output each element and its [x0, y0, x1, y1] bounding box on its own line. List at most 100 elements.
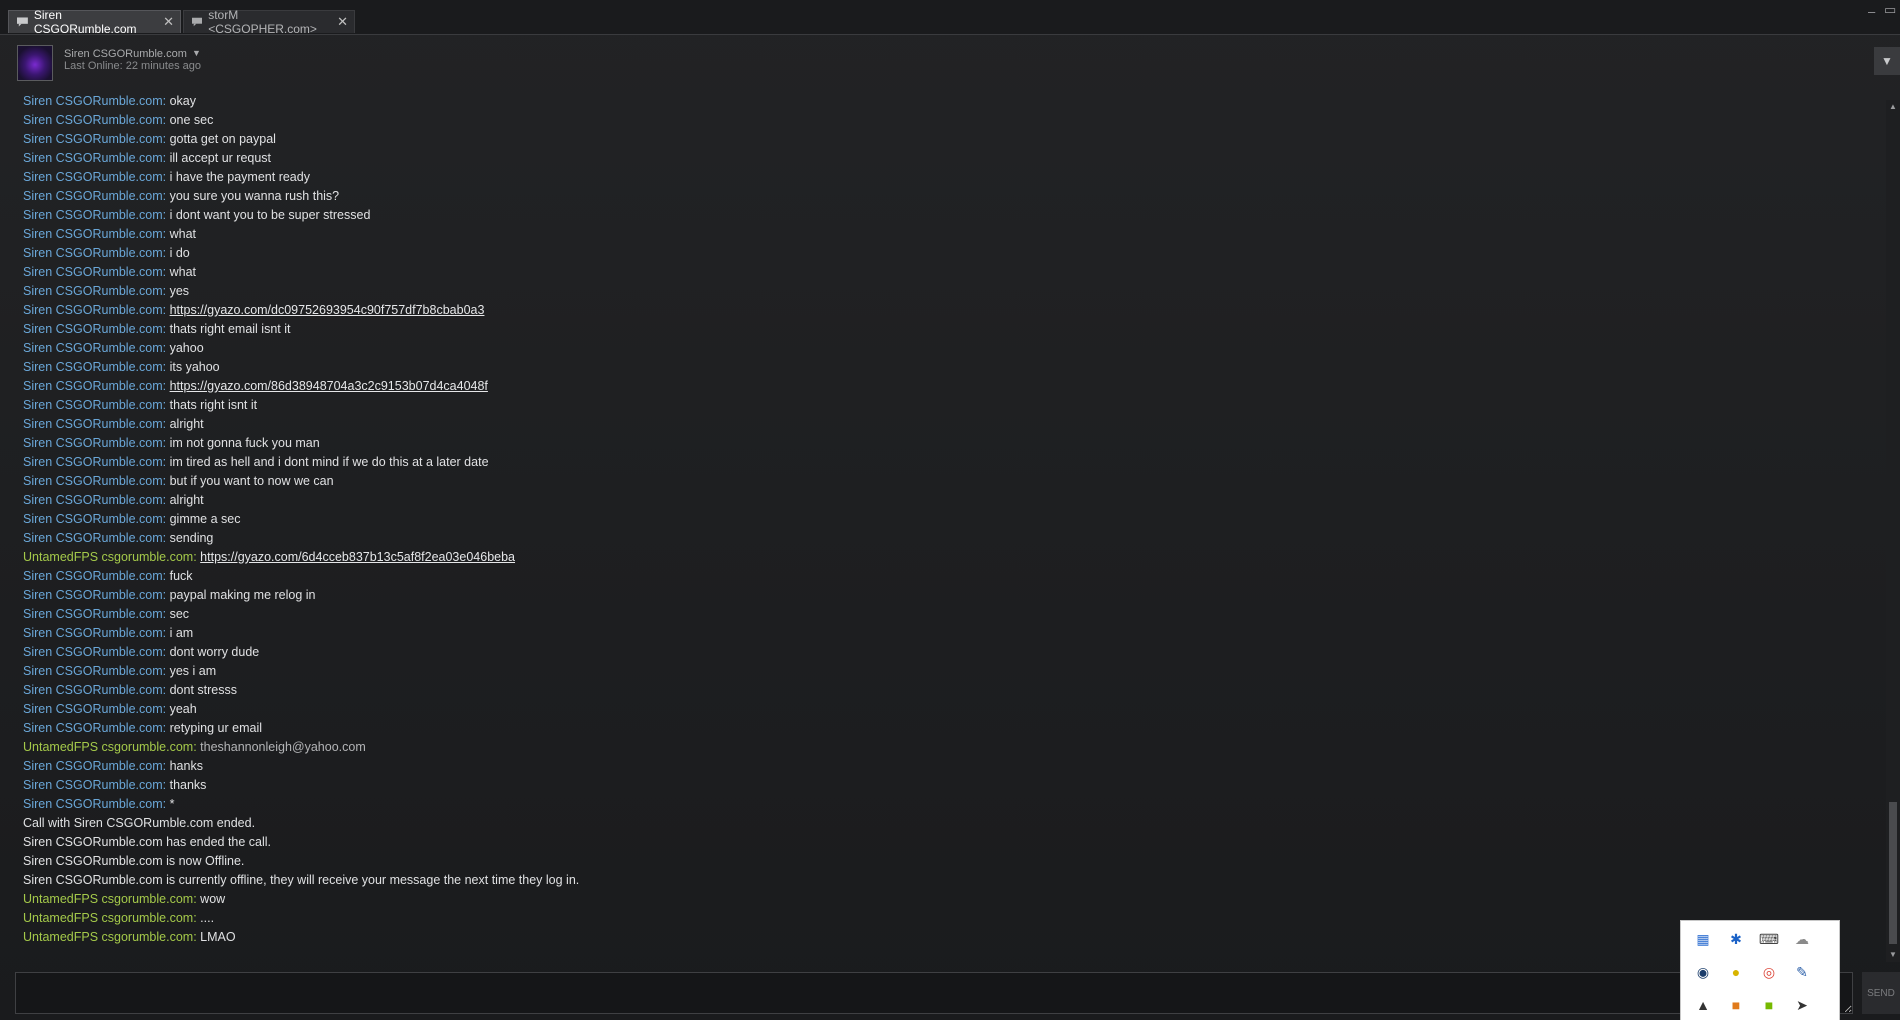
message-sender[interactable]: Siren CSGORumble.com: [23, 170, 166, 184]
tab-storm-csgopher[interactable]: storM <CSGOPHER.com> ✕ [183, 8, 355, 36]
chat-message: Siren CSGORumble.com: sending [23, 529, 213, 548]
message-sender[interactable]: Siren CSGORumble.com: [23, 645, 166, 659]
chevron-down-icon: ▼ [1881, 54, 1893, 68]
message-sender[interactable]: Siren CSGORumble.com: [23, 436, 166, 450]
close-icon[interactable]: ✕ [337, 14, 348, 30]
message-text: i have the payment ready [169, 170, 310, 184]
chat-message: Siren CSGORumble.com: what [23, 263, 196, 282]
network-app-icon[interactable]: ▦ [1692, 928, 1714, 950]
restore-button[interactable]: ▭ [1884, 2, 1896, 18]
message-text: hanks [169, 759, 203, 773]
message-text: dont worry dude [169, 645, 260, 659]
message-sender[interactable]: Siren CSGORumble.com: [23, 113, 166, 127]
flame-icon[interactable]: ▲ [1692, 994, 1714, 1016]
scroll-down-arrow-icon[interactable]: ▼ [1886, 948, 1900, 962]
chat-options-dropdown[interactable]: ▼ [1874, 47, 1900, 75]
message-sender[interactable]: Siren CSGORumble.com: [23, 322, 166, 336]
minimize-button[interactable]: – [1868, 4, 1875, 19]
message-sender[interactable]: UntamedFPS csgorumble.com: [23, 911, 197, 925]
message-sender[interactable]: Siren CSGORumble.com: [23, 417, 166, 431]
message-sender[interactable]: Siren CSGORumble.com: [23, 132, 166, 146]
message-sender[interactable]: Siren CSGORumble.com: [23, 151, 166, 165]
chevron-down-icon[interactable]: ▼ [192, 48, 201, 58]
scrollbar[interactable]: ▲ ▼ [1886, 100, 1900, 962]
message-sender[interactable]: Siren CSGORumble.com: [23, 341, 166, 355]
onedrive-icon[interactable]: ☁ [1791, 928, 1813, 950]
message-sender[interactable]: Siren CSGORumble.com: [23, 284, 166, 298]
message-sender[interactable]: Siren CSGORumble.com: [23, 398, 166, 412]
message-text: im tired as hell and i dont mind if we d… [169, 455, 489, 469]
message-link[interactable]: https://gyazo.com/6d4cceb837b13c5af8f2ea… [200, 550, 515, 564]
message-sender[interactable]: Siren CSGORumble.com: [23, 512, 166, 526]
message-sender[interactable]: Siren CSGORumble.com: [23, 797, 166, 811]
message-sender[interactable]: Siren CSGORumble.com: [23, 569, 166, 583]
message-sender[interactable]: Siren CSGORumble.com: [23, 531, 166, 545]
nvidia-icon[interactable]: ■ [1758, 994, 1780, 1016]
norton-icon[interactable]: ● [1725, 961, 1747, 983]
message-text: what [169, 265, 196, 279]
system-message: Siren CSGORumble.com is currently offlin… [23, 871, 579, 890]
message-sender[interactable]: Siren CSGORumble.com: [23, 664, 166, 678]
message-link[interactable]: https://gyazo.com/86d38948704a3c2c9153b0… [170, 379, 488, 393]
message-sender[interactable]: UntamedFPS csgorumble.com: [23, 930, 197, 944]
chat-message: Siren CSGORumble.com: yeah [23, 700, 197, 719]
message-sender[interactable]: Siren CSGORumble.com: [23, 379, 166, 393]
message-sender[interactable]: Siren CSGORumble.com: [23, 360, 166, 374]
message-sender[interactable]: Siren CSGORumble.com: [23, 303, 166, 317]
message-sender[interactable]: Siren CSGORumble.com: [23, 702, 166, 716]
message-sender[interactable]: Siren CSGORumble.com: [23, 455, 166, 469]
message-text: i dont want you to be super stressed [169, 208, 371, 222]
chat-message: Siren CSGORumble.com: https://gyazo.com/… [23, 301, 484, 320]
chat-message: Siren CSGORumble.com: im not gonna fuck … [23, 434, 320, 453]
message-sender[interactable]: Siren CSGORumble.com: [23, 189, 166, 203]
message-text: thats right email isnt it [169, 322, 291, 336]
message-sender[interactable]: Siren CSGORumble.com: [23, 94, 166, 108]
message-text: dont stresss [169, 683, 237, 697]
pen-tablet-icon[interactable]: ✎ [1791, 961, 1813, 983]
message-text: sending [169, 531, 214, 545]
message-sender[interactable]: Siren CSGORumble.com: [23, 208, 166, 222]
message-sender[interactable]: UntamedFPS csgorumble.com: [23, 740, 197, 754]
message-sender[interactable]: Siren CSGORumble.com: [23, 588, 166, 602]
scroll-up-arrow-icon[interactable]: ▲ [1886, 100, 1900, 114]
arrow-app-icon[interactable]: ➤ [1791, 994, 1813, 1016]
message-sender[interactable]: Siren CSGORumble.com: [23, 626, 166, 640]
message-sender[interactable]: Siren CSGORumble.com: [23, 759, 166, 773]
orange-app-icon[interactable]: ■ [1725, 994, 1747, 1016]
chat-header: Siren CSGORumble.com ▼ Last Online: 22 m… [0, 35, 1900, 91]
chat-message: Siren CSGORumble.com: fuck [23, 567, 193, 586]
message-sender[interactable]: UntamedFPS csgorumble.com: [23, 550, 197, 564]
system-message: Siren CSGORumble.com is now Offline. [23, 852, 244, 871]
message-sender[interactable]: Siren CSGORumble.com: [23, 246, 166, 260]
avatar[interactable] [17, 45, 53, 81]
message-text: yeah [169, 702, 197, 716]
chrome-icon[interactable]: ◎ [1758, 961, 1780, 983]
message-sender[interactable]: Siren CSGORumble.com: [23, 474, 166, 488]
message-sender[interactable]: Siren CSGORumble.com: [23, 607, 166, 621]
message-text: thats right isnt it [169, 398, 258, 412]
tab-bar: Siren CSGORumble.com ✕ storM <CSGOPHER.c… [0, 0, 1900, 36]
message-link[interactable]: https://gyazo.com/dc09752693954c90f757df… [170, 303, 485, 317]
message-text: one sec [169, 113, 214, 127]
send-button[interactable]: SEND [1862, 972, 1900, 1014]
chat-message: Siren CSGORumble.com: but if you want to… [23, 472, 334, 491]
message-sender[interactable]: Siren CSGORumble.com: [23, 227, 166, 241]
tab-siren-csgorumble[interactable]: Siren CSGORumble.com ✕ [8, 8, 181, 36]
scrollbar-thumb[interactable] [1889, 802, 1897, 944]
system-message: Siren CSGORumble.com has ended the call. [23, 833, 271, 852]
chat-message: Siren CSGORumble.com: i do [23, 244, 190, 263]
keyboard-mouse-icon[interactable]: ⌨ [1758, 928, 1780, 950]
close-icon[interactable]: ✕ [163, 14, 174, 30]
chat-message: UntamedFPS csgorumble.com: theshannonlei… [23, 738, 366, 757]
message-sender[interactable]: Siren CSGORumble.com: [23, 683, 166, 697]
chat-message-input[interactable] [15, 972, 1853, 1014]
message-sender[interactable]: Siren CSGORumble.com: [23, 265, 166, 279]
chat-message: Siren CSGORumble.com: one sec [23, 111, 213, 130]
message-sender[interactable]: Siren CSGORumble.com: [23, 721, 166, 735]
message-sender[interactable]: Siren CSGORumble.com: [23, 493, 166, 507]
message-sender[interactable]: UntamedFPS csgorumble.com: [23, 892, 197, 906]
chat-message: UntamedFPS csgorumble.com: https://gyazo… [23, 548, 515, 567]
steam-icon[interactable]: ◉ [1692, 961, 1714, 983]
message-sender[interactable]: Siren CSGORumble.com: [23, 778, 166, 792]
bluetooth-icon[interactable]: ✱ [1725, 928, 1747, 950]
